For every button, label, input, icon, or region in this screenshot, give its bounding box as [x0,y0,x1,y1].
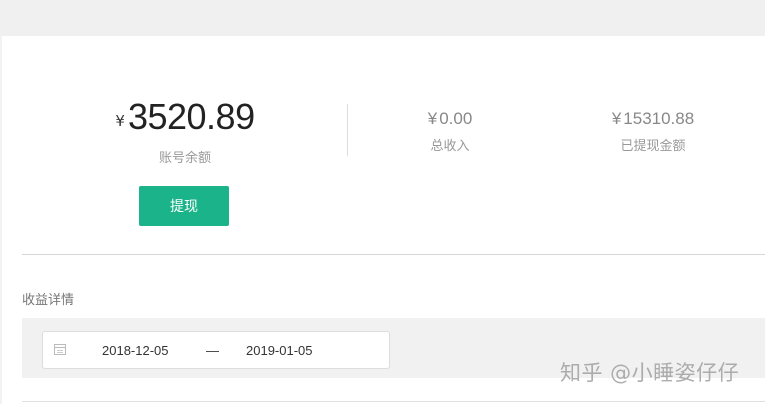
earnings-page: ¥3520.89 账号余额 提现 ¥0.00 总收入 ¥15310.88 已提现… [0,0,765,404]
date-range-picker[interactable]: 2018-12-05 — 2019-01-05 [42,331,390,369]
total-income-amount: 0.00 [439,109,473,128]
vertical-divider [347,104,348,156]
total-income-stat: ¥0.00 总收入 [405,109,495,154]
total-income-value: ¥0.00 [405,109,495,129]
total-income-label: 总收入 [430,139,470,154]
balance-amount: 3520.89 [127,96,255,137]
date-range-separator: — [206,343,219,358]
withdrawn-amount: 15310.88 [623,109,695,128]
date-range-start[interactable]: 2018-12-05 [102,343,169,358]
withdrawn-currency-symbol: ¥ [611,109,622,128]
total-income-currency-symbol: ¥ [427,109,438,128]
withdraw-button[interactable]: 提现 [139,186,229,226]
date-range-end[interactable]: 2019-01-05 [246,343,313,358]
calendar-icon [54,344,66,355]
balance-currency-symbol: ¥ [115,112,125,130]
balance-label: 账号余额 [158,151,211,166]
withdrawn-amount-stat: ¥15310.88 已提现金额 [598,109,708,154]
section-divider [22,254,765,255]
account-balance: ¥3520.89 [105,96,265,142]
watermark: 知乎 @小睡姿仔仔 [560,361,740,385]
list-divider [22,401,765,402]
top-bar [0,0,765,36]
withdrawn-label: 已提现金额 [620,139,686,154]
earnings-section-title: 收益详情 [22,293,75,308]
withdrawn-value: ¥15310.88 [598,109,708,129]
